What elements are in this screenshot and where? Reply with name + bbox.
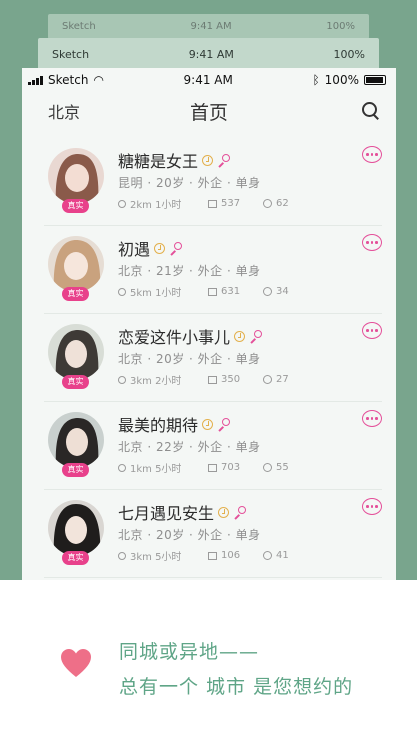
vip-icon bbox=[154, 242, 166, 254]
photo-count: 350 bbox=[221, 374, 241, 385]
location-icon bbox=[118, 375, 126, 384]
status-battery: 100% bbox=[326, 21, 355, 32]
photo-icon bbox=[208, 199, 217, 208]
user-name: 七月遇见安生 bbox=[118, 504, 215, 523]
view-icon bbox=[263, 287, 272, 296]
heart-icon bbox=[61, 649, 91, 677]
user-info: 北京 · 20岁 · 外企 · 单身 bbox=[118, 352, 261, 366]
status-battery: 100% bbox=[324, 73, 359, 87]
location-icon bbox=[118, 551, 126, 560]
location-icon bbox=[118, 463, 126, 472]
user-name: 糖糖是女王 bbox=[118, 152, 199, 171]
status-carrier: Sketch bbox=[48, 73, 89, 87]
photo-count: 703 bbox=[221, 462, 241, 473]
verified-badge: 真实 bbox=[62, 287, 89, 301]
female-icon bbox=[249, 329, 263, 343]
status-time: 9:41 AM bbox=[183, 73, 233, 87]
nav-bar: 北京 首页 bbox=[22, 92, 396, 130]
chat-icon[interactable] bbox=[362, 498, 382, 515]
status-battery: 100% bbox=[333, 47, 365, 61]
chat-icon[interactable] bbox=[362, 146, 382, 163]
signal-icon bbox=[28, 75, 43, 85]
verified-badge: 真实 bbox=[62, 463, 89, 477]
avatar[interactable] bbox=[48, 412, 104, 468]
photo-count: 631 bbox=[221, 286, 241, 297]
distance-time: 3km 5小时 bbox=[130, 552, 182, 563]
avatar[interactable] bbox=[48, 324, 104, 380]
user-name: 最美的期待 bbox=[118, 416, 199, 435]
photo-icon bbox=[208, 463, 217, 472]
verified-badge: 真实 bbox=[62, 551, 89, 565]
user-list: 真实 糖糖是女王 昆明 · 20岁 · 外企 · 单身 2km 1小时 537 … bbox=[22, 138, 396, 578]
city-selector[interactable]: 北京 bbox=[48, 99, 80, 123]
avatar[interactable] bbox=[48, 500, 104, 556]
distance-time: 1km 5小时 bbox=[130, 464, 182, 475]
photo-icon bbox=[208, 287, 217, 296]
female-icon bbox=[217, 417, 231, 431]
view-count: 27 bbox=[276, 374, 289, 385]
view-icon bbox=[263, 375, 272, 384]
female-icon bbox=[217, 153, 231, 167]
location-icon bbox=[118, 287, 126, 296]
wifi-icon: ◠ bbox=[93, 73, 104, 87]
distance-time: 2km 1小时 bbox=[130, 200, 182, 211]
vip-icon bbox=[202, 154, 214, 166]
list-item[interactable]: 真实 恋爱这件小事儿 北京 · 20岁 · 外企 · 单身 3km 2小时 35… bbox=[44, 314, 382, 402]
user-info: 北京 · 21岁 · 外企 · 单身 bbox=[118, 264, 261, 278]
chat-icon[interactable] bbox=[362, 322, 382, 339]
search-icon[interactable] bbox=[362, 102, 380, 120]
photo-icon bbox=[208, 551, 217, 560]
view-count: 55 bbox=[276, 462, 289, 473]
phone-screen: Sketch ◠ 9:41 AM ᛒ 100% 北京 首页 真实 糖糖是女王 昆… bbox=[22, 68, 396, 580]
verified-badge: 真实 bbox=[62, 375, 89, 389]
list-item[interactable]: 真实 初遇 北京 · 21岁 · 外企 · 单身 5km 1小时 631 34 bbox=[44, 226, 382, 314]
list-item[interactable]: 真实 糖糖是女王 昆明 · 20岁 · 外企 · 单身 2km 1小时 537 … bbox=[44, 138, 382, 226]
user-name: 恋爱这件小事儿 bbox=[118, 328, 231, 347]
photo-count: 106 bbox=[221, 550, 241, 561]
page-title: 首页 bbox=[189, 101, 229, 124]
battery-icon bbox=[363, 75, 386, 85]
chat-icon[interactable] bbox=[362, 410, 382, 427]
female-icon bbox=[169, 241, 183, 255]
status-carrier: Sketch bbox=[62, 21, 96, 32]
view-icon bbox=[263, 199, 272, 208]
status-time: 9:41 AM bbox=[188, 47, 234, 61]
distance-time: 5km 1小时 bbox=[130, 288, 182, 299]
view-icon bbox=[263, 463, 272, 472]
vip-icon bbox=[234, 330, 246, 342]
slogan-line-2: 总有一个 城市 是您想约的 bbox=[119, 676, 354, 698]
stacked-screen-back: Sketch 9:41 AM 100% bbox=[48, 14, 369, 39]
avatar[interactable] bbox=[48, 236, 104, 292]
verified-badge: 真实 bbox=[62, 199, 89, 213]
status-time: 9:41 AM bbox=[190, 21, 232, 32]
list-item[interactable]: 真实 七月遇见安生 北京 · 20岁 · 外企 · 单身 3km 5小时 106… bbox=[44, 490, 382, 578]
slogan-line-1: 同城或异地—— bbox=[119, 641, 260, 663]
view-count: 41 bbox=[276, 550, 289, 561]
user-info: 北京 · 20岁 · 外企 · 单身 bbox=[118, 528, 261, 542]
view-count: 34 bbox=[276, 286, 289, 297]
user-info: 昆明 · 20岁 · 外企 · 单身 bbox=[118, 176, 261, 190]
distance-time: 3km 2小时 bbox=[130, 376, 182, 387]
list-item[interactable]: 真实 最美的期待 北京 · 22岁 · 外企 · 单身 1km 5小时 703 … bbox=[44, 402, 382, 490]
chat-icon[interactable] bbox=[362, 234, 382, 251]
user-info: 北京 · 22岁 · 外企 · 单身 bbox=[118, 440, 261, 454]
photo-icon bbox=[208, 375, 217, 384]
stacked-screen-middle: Sketch 9:41 AM 100% bbox=[38, 38, 379, 70]
user-name: 初遇 bbox=[118, 240, 151, 259]
bluetooth-icon: ᛒ bbox=[312, 73, 320, 87]
status-bar: Sketch ◠ 9:41 AM ᛒ 100% bbox=[22, 68, 396, 92]
vip-icon bbox=[218, 506, 230, 518]
view-icon bbox=[263, 551, 272, 560]
location-icon bbox=[118, 199, 126, 208]
photo-count: 537 bbox=[221, 198, 241, 209]
view-count: 62 bbox=[276, 198, 289, 209]
vip-icon bbox=[202, 418, 214, 430]
female-icon bbox=[233, 505, 247, 519]
avatar[interactable] bbox=[48, 148, 104, 204]
status-carrier: Sketch bbox=[52, 47, 90, 61]
